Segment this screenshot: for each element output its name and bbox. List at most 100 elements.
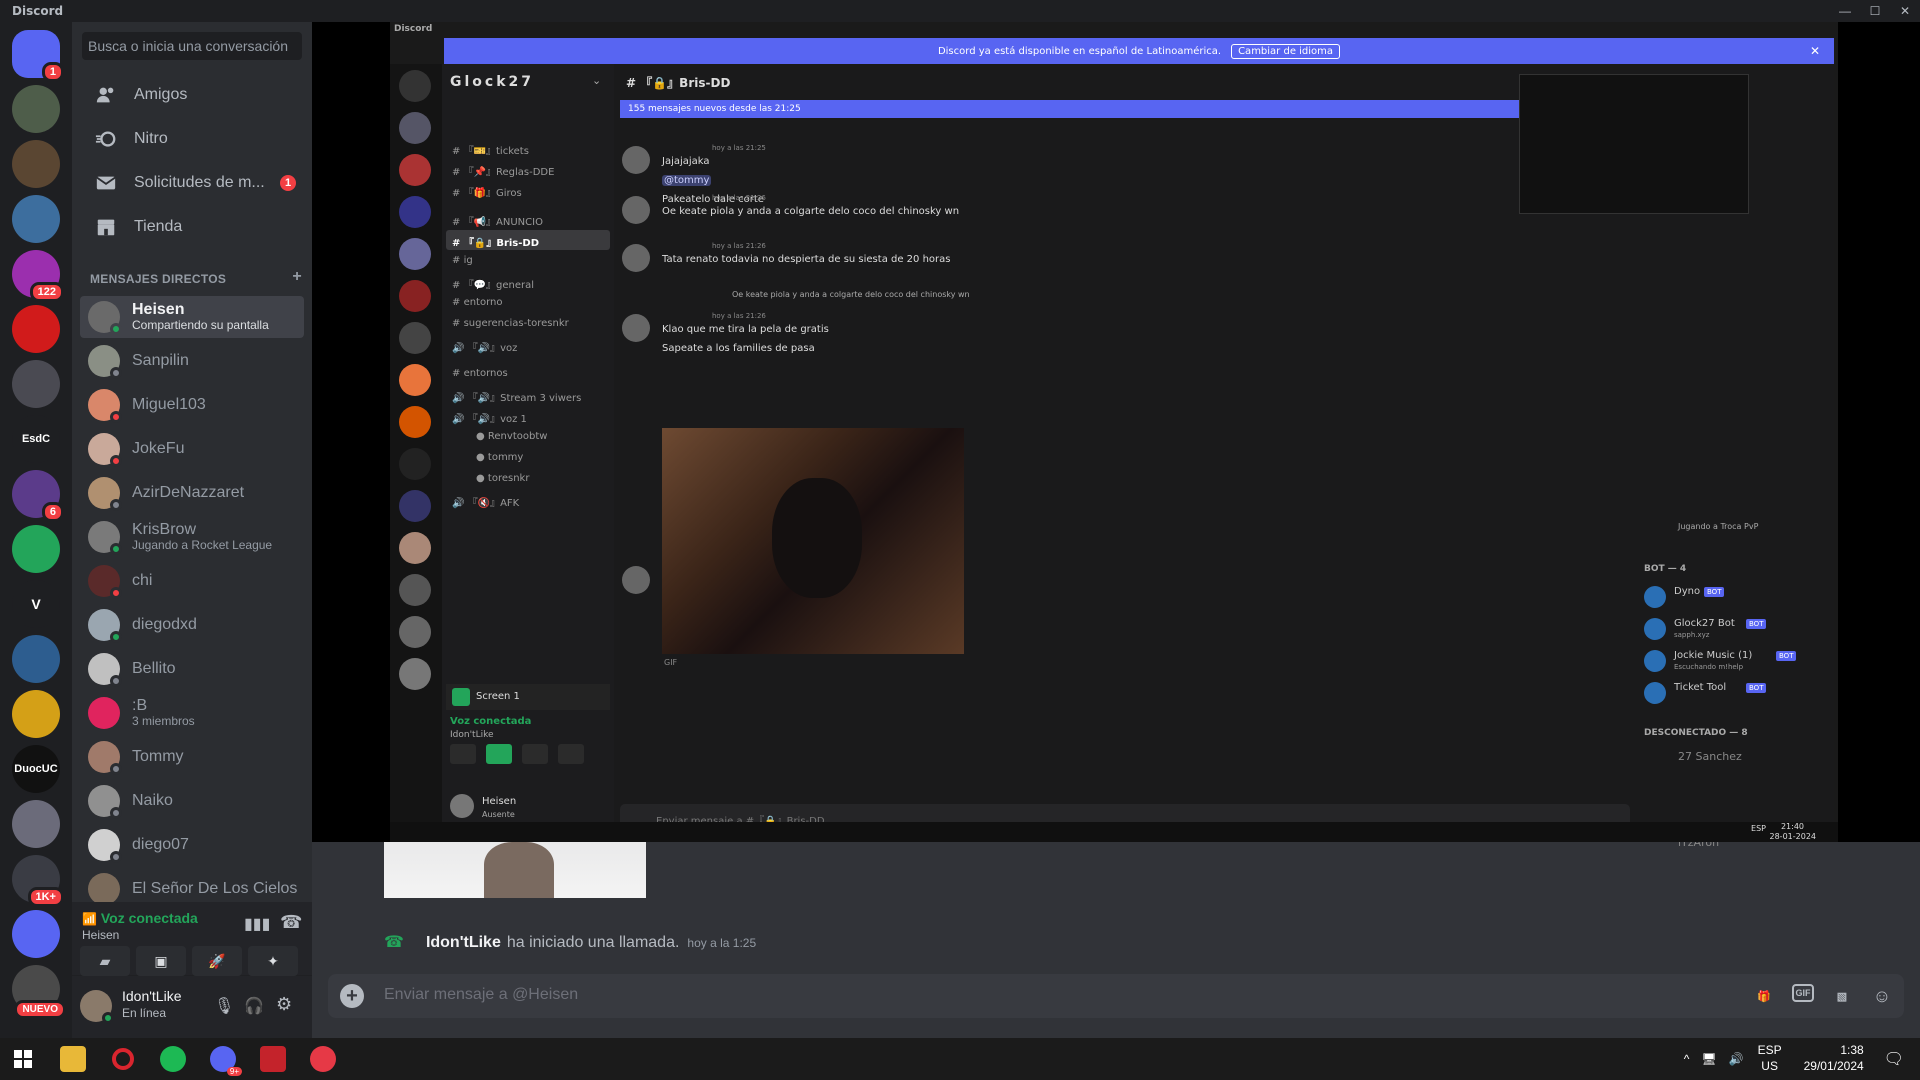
dm-item[interactable]: Sanpilin	[80, 340, 304, 382]
gift-icon[interactable]: 🎁	[1752, 984, 1776, 1008]
notification-icon[interactable]: 🗨	[1884, 1049, 1904, 1069]
bot-tag: BOT	[1746, 683, 1767, 693]
camera-button[interactable]: ▰	[80, 946, 130, 976]
tray-arrow-icon[interactable]: ^	[1684, 1052, 1690, 1066]
server-icon[interactable]: 6	[12, 470, 64, 522]
volume-icon[interactable]: 🔊	[1729, 1052, 1744, 1066]
discord-taskbar-icon[interactable]: 9+	[210, 1046, 242, 1076]
activity-button[interactable]: 🚀	[192, 946, 242, 976]
server-icon[interactable]: 1	[12, 30, 64, 82]
microphone-icon[interactable]: 🎙	[214, 996, 234, 1016]
dm-item[interactable]: chi	[80, 560, 304, 602]
server-icon[interactable]: 1K+	[12, 855, 64, 907]
server-icon[interactable]: V	[12, 580, 60, 628]
server-icon[interactable]	[12, 140, 60, 188]
amd-icon[interactable]	[260, 1046, 286, 1072]
headphones-icon[interactable]: 🎧	[244, 996, 264, 1016]
dm-header: MENSAJES DIRECTOS +	[90, 269, 302, 287]
spotify-icon[interactable]	[160, 1046, 186, 1072]
sticker-icon[interactable]: ▧	[1830, 984, 1854, 1008]
screen-share-button[interactable]: ▣	[136, 946, 186, 976]
add-dm-icon[interactable]: +	[292, 269, 302, 286]
message-composer[interactable]: + Enviar mensaje a @Heisen 🎁 GIF ▧ ☺	[328, 974, 1904, 1018]
call-user[interactable]: Idon'tLike	[426, 934, 501, 952]
hash-icon: #	[452, 368, 464, 379]
dm-name: Heisen	[132, 300, 185, 318]
settings-icon[interactable]: ⚙	[276, 994, 292, 1015]
windows-start-icon[interactable]	[10, 1046, 36, 1072]
app-icon[interactable]	[310, 1046, 336, 1072]
clock[interactable]: 1:38 29/01/2024	[1804, 1043, 1864, 1074]
user-name[interactable]: Idon'tLike	[122, 988, 182, 1004]
voice-channel[interactable]: Heisen	[82, 928, 119, 942]
dm-item[interactable]: Naiko	[80, 780, 304, 822]
attachment-thumbnail[interactable]	[384, 842, 646, 898]
nav-message-requests[interactable]: Solicitudes de m... 1	[80, 162, 304, 204]
server-icon[interactable]	[12, 910, 60, 958]
message-text: Sapeate a los families de pasa	[662, 343, 815, 354]
emoji-icon[interactable]: ☺	[1870, 984, 1894, 1008]
avatar[interactable]	[80, 990, 114, 1024]
voice-status[interactable]: 📶 Voz conectada	[82, 910, 198, 926]
server-icon[interactable]	[12, 195, 60, 243]
search-input[interactable]: Busca o inicia una conversación	[82, 32, 302, 60]
dm-item[interactable]: JokeFu	[80, 428, 304, 470]
avatar	[88, 301, 122, 335]
dm-item[interactable]: Tommy	[80, 736, 304, 778]
server-icon[interactable]	[12, 635, 60, 683]
server-icon[interactable]	[12, 360, 60, 408]
dm-item[interactable]: AzirDeNazzaret	[80, 472, 304, 514]
nav-shop-label: Tienda	[134, 218, 183, 235]
banner-close-icon[interactable]: ✕	[1810, 44, 1820, 58]
add-attachment-icon[interactable]: +	[340, 984, 364, 1008]
nav-nitro[interactable]: Nitro	[80, 118, 304, 160]
server-icon[interactable]	[12, 305, 60, 353]
user-status: En línea	[122, 1006, 167, 1020]
dm-item[interactable]: KrisBrow Jugando a Rocket League	[80, 516, 304, 558]
stream-channel-label: sugerencias-toresnkr	[463, 318, 569, 329]
noise-suppression-icon[interactable]: ▮▮▮	[244, 914, 270, 934]
avatar	[622, 244, 650, 272]
opera-icon[interactable]	[110, 1046, 136, 1072]
soundboard-button[interactable]: ✦	[248, 946, 298, 976]
stream-channel-label: 『🎁』Giros	[463, 188, 522, 199]
nav-shop[interactable]: Tienda	[80, 206, 304, 248]
close-icon[interactable]: ✕	[1890, 0, 1920, 22]
network-icon[interactable]: 🖥	[1701, 1052, 1716, 1066]
avatar	[622, 314, 650, 342]
minimize-icon[interactable]: —	[1830, 0, 1860, 22]
server-icon[interactable]	[12, 85, 60, 133]
chevron-down-icon[interactable]: ⌄	[592, 74, 601, 87]
maximize-icon[interactable]: ☐	[1860, 0, 1890, 22]
gif-tag: GIF	[664, 658, 678, 667]
gif-image[interactable]	[662, 428, 964, 654]
dm-item[interactable]: diegodxd	[80, 604, 304, 646]
stream-channel-item: # ig	[446, 251, 610, 271]
nav-friends[interactable]: Amigos	[80, 74, 304, 116]
hash-icon: #	[452, 238, 464, 249]
speaker-icon: 🔊	[452, 498, 468, 509]
stream-channel-label: Renvtoobtw	[487, 431, 548, 442]
gif-button[interactable]: GIF	[1792, 984, 1814, 1002]
dm-item[interactable]: Heisen Compartiendo su pantalla	[80, 296, 304, 338]
server-icon[interactable]	[12, 690, 60, 738]
language-indicator[interactable]: ESP US	[1758, 1043, 1782, 1074]
server-icon[interactable]: EsdC	[12, 415, 60, 463]
os-taskbar: 9+ ^ 🖥 🔊 ESP US 1:38 29/01/2024 🗨	[0, 1038, 1920, 1080]
bot-member: Glock27 Bot BOT sapph.xyz	[1644, 616, 1824, 644]
server-icon[interactable]: 122	[12, 250, 64, 302]
dm-item[interactable]: Miguel103	[80, 384, 304, 426]
dm-item[interactable]: :B 3 miembros	[80, 692, 304, 734]
server-icon[interactable]	[12, 800, 60, 848]
server-icon[interactable]	[12, 525, 60, 573]
screen-share-stream[interactable]: Discord Discord ya está disponible en es…	[312, 22, 1920, 849]
file-explorer-icon[interactable]	[60, 1046, 86, 1072]
composer-placeholder[interactable]: Enviar mensaje a @Heisen	[384, 986, 578, 1004]
server-icon[interactable]: DuocUC	[12, 745, 60, 793]
disconnect-icon[interactable]: ☎	[280, 912, 302, 933]
dm-item[interactable]: Bellito	[80, 648, 304, 690]
server-icon[interactable]: NUEVO	[12, 965, 66, 1019]
dm-item[interactable]: diego07	[80, 824, 304, 866]
change-language-button[interactable]: Cambiar de idioma	[1231, 43, 1341, 59]
server-badge: 1	[41, 62, 64, 82]
